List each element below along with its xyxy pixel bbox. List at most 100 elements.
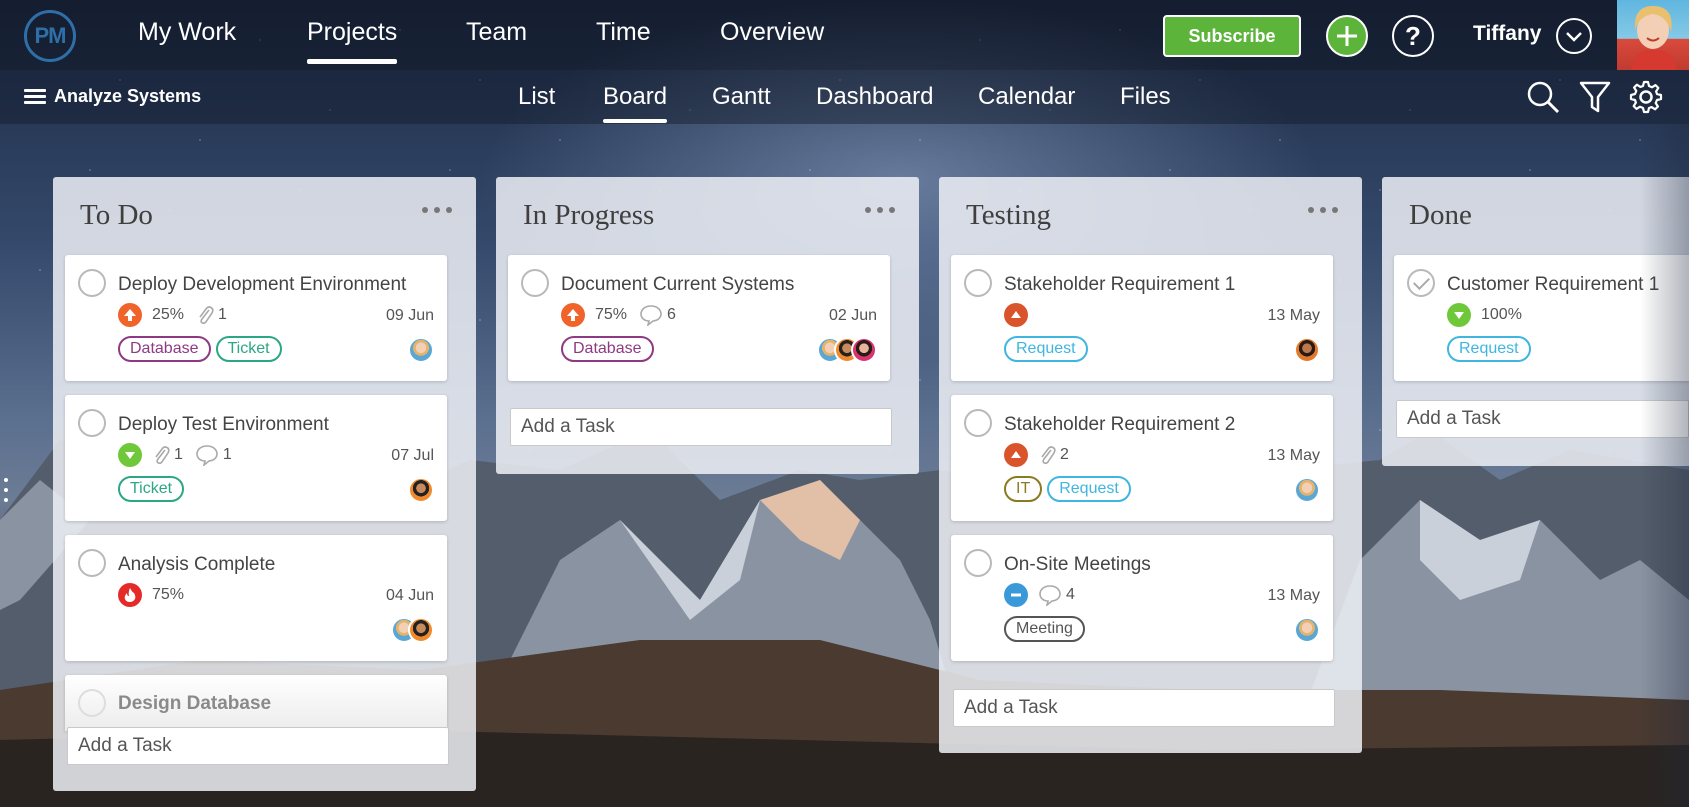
task-card[interactable]: Stakeholder Requirement 1 13 May Request — [951, 255, 1333, 381]
comment-icon — [195, 444, 219, 466]
add-new-button[interactable] — [1326, 15, 1368, 57]
task-due-date: 07 Jul — [391, 447, 434, 464]
task-progress: 75% — [152, 586, 185, 603]
nav-projects[interactable]: Projects — [307, 18, 398, 64]
task-card[interactable]: Analysis Complete 75% 04 Jun — [65, 535, 447, 661]
task-meta: 25% 1 — [118, 303, 239, 327]
tag-request[interactable]: Request — [1447, 336, 1531, 362]
tag-ticket[interactable]: Ticket — [118, 476, 185, 502]
task-card[interactable]: Stakeholder Requirement 2 2 13 May IT Re… — [951, 395, 1333, 521]
add-task-input[interactable]: Add a Task — [510, 408, 892, 446]
task-tags: Request — [1447, 336, 1536, 362]
task-complete-checkbox[interactable] — [1407, 269, 1435, 297]
avatar[interactable] — [408, 617, 434, 643]
task-card[interactable]: Deploy Development Environment 25% 1 09 … — [65, 255, 447, 381]
priority-none-icon — [1004, 583, 1028, 607]
nav-my-work[interactable]: My Work — [138, 18, 236, 47]
avatar[interactable] — [851, 337, 877, 363]
nav-time[interactable]: Time — [596, 18, 651, 47]
task-progress: 100% — [1481, 306, 1522, 323]
attachment-count: 1 — [174, 446, 183, 463]
avatar[interactable] — [408, 337, 434, 363]
filter-button[interactable] — [1576, 78, 1614, 116]
task-tags: IT Request — [1004, 476, 1136, 502]
tag-meeting[interactable]: Meeting — [1004, 616, 1085, 642]
task-progress: 25% — [152, 306, 185, 323]
attachment-count: 1 — [218, 306, 227, 323]
tab-gantt[interactable]: Gantt — [712, 83, 771, 111]
tab-files[interactable]: Files — [1120, 83, 1171, 111]
tag-it[interactable]: IT — [1004, 476, 1043, 502]
app-logo[interactable]: PM — [24, 10, 76, 62]
task-complete-checkbox[interactable] — [78, 549, 106, 577]
task-meta: 2 — [1004, 443, 1081, 467]
tag-request[interactable]: Request — [1004, 336, 1088, 362]
user-profile-photo[interactable] — [1617, 0, 1689, 70]
tab-list[interactable]: List — [518, 83, 555, 111]
task-card[interactable]: Deploy Test Environment 1 1 07 Jul Ticke… — [65, 395, 447, 521]
project-name[interactable]: Analyze Systems — [54, 86, 201, 107]
task-tags: Meeting — [1004, 616, 1090, 642]
task-tags: Ticket — [118, 476, 189, 502]
task-card[interactable]: Document Current Systems 75% 6 02 Jun Da… — [508, 255, 890, 381]
comment-count: 1 — [222, 446, 232, 463]
task-complete-checkbox[interactable] — [78, 409, 106, 437]
menu-icon[interactable] — [24, 89, 46, 105]
task-card[interactable]: Customer Requirement 1 100% Request — [1394, 255, 1689, 381]
task-meta: 75% — [118, 583, 196, 607]
subscribe-button[interactable]: Subscribe — [1163, 15, 1301, 57]
tab-dashboard[interactable]: Dashboard — [816, 83, 933, 111]
comment-icon — [639, 304, 663, 326]
column-menu-button[interactable] — [1308, 205, 1338, 215]
avatar[interactable] — [1294, 477, 1320, 503]
task-complete-checkbox[interactable] — [964, 549, 992, 577]
task-complete-checkbox[interactable] — [521, 269, 549, 297]
tag-ticket[interactable]: Ticket — [215, 336, 282, 362]
task-complete-checkbox[interactable] — [964, 269, 992, 297]
add-task-input[interactable]: Add a Task — [67, 727, 449, 765]
board-column-done: Done Customer Requirement 1 100% Request… — [1382, 177, 1689, 466]
priority-high-icon — [561, 303, 585, 327]
paperclip-icon — [196, 304, 214, 326]
tag-database[interactable]: Database — [118, 336, 211, 362]
help-button[interactable]: ? — [1392, 15, 1434, 57]
task-complete-checkbox[interactable] — [78, 269, 106, 297]
priority-medium-icon — [1004, 303, 1028, 327]
task-complete-checkbox[interactable] — [964, 409, 992, 437]
nav-overview[interactable]: Overview — [720, 18, 824, 47]
add-task-input[interactable]: Add a Task — [953, 689, 1335, 727]
task-due-date: 02 Jun — [828, 307, 877, 324]
column-menu-button[interactable] — [422, 205, 452, 215]
tab-board[interactable]: Board — [603, 83, 668, 123]
nav-team[interactable]: Team — [466, 18, 527, 47]
add-task-input[interactable]: Add a Task — [1396, 400, 1689, 438]
tag-request[interactable]: Request — [1047, 476, 1131, 502]
assignee-avatars — [408, 337, 434, 363]
sidebar-drag-handle[interactable] — [3, 478, 9, 502]
priority-low-icon — [1447, 303, 1471, 327]
board-column-todo: To Do Deploy Development Environment 25%… — [53, 177, 476, 791]
task-card[interactable]: Design Database — [65, 675, 447, 731]
task-complete-checkbox[interactable] — [78, 689, 106, 717]
tab-calendar[interactable]: Calendar — [978, 83, 1075, 111]
task-card[interactable]: On-Site Meetings 4 13 May Meeting — [951, 535, 1333, 661]
paperclip-icon — [152, 444, 170, 466]
task-tags: Database Ticket — [118, 336, 287, 362]
assignee-avatars — [1294, 477, 1320, 503]
task-title: Document Current Systems — [561, 274, 795, 295]
task-title: Deploy Test Environment — [118, 414, 329, 435]
column-menu-button[interactable] — [865, 205, 895, 215]
user-name[interactable]: Tiffany — [1473, 22, 1541, 46]
search-button[interactable] — [1524, 78, 1562, 116]
tag-database[interactable]: Database — [561, 336, 654, 362]
task-title: Stakeholder Requirement 1 — [1004, 274, 1236, 295]
avatar[interactable] — [408, 477, 434, 503]
user-menu-toggle[interactable] — [1556, 18, 1592, 54]
avatar[interactable] — [1294, 337, 1320, 363]
avatar[interactable] — [1294, 617, 1320, 643]
task-due-date: 13 May — [1267, 587, 1320, 604]
settings-button[interactable] — [1627, 78, 1665, 116]
column-title: To Do — [80, 199, 153, 231]
priority-low-icon — [118, 443, 142, 467]
search-icon — [1527, 81, 1560, 114]
